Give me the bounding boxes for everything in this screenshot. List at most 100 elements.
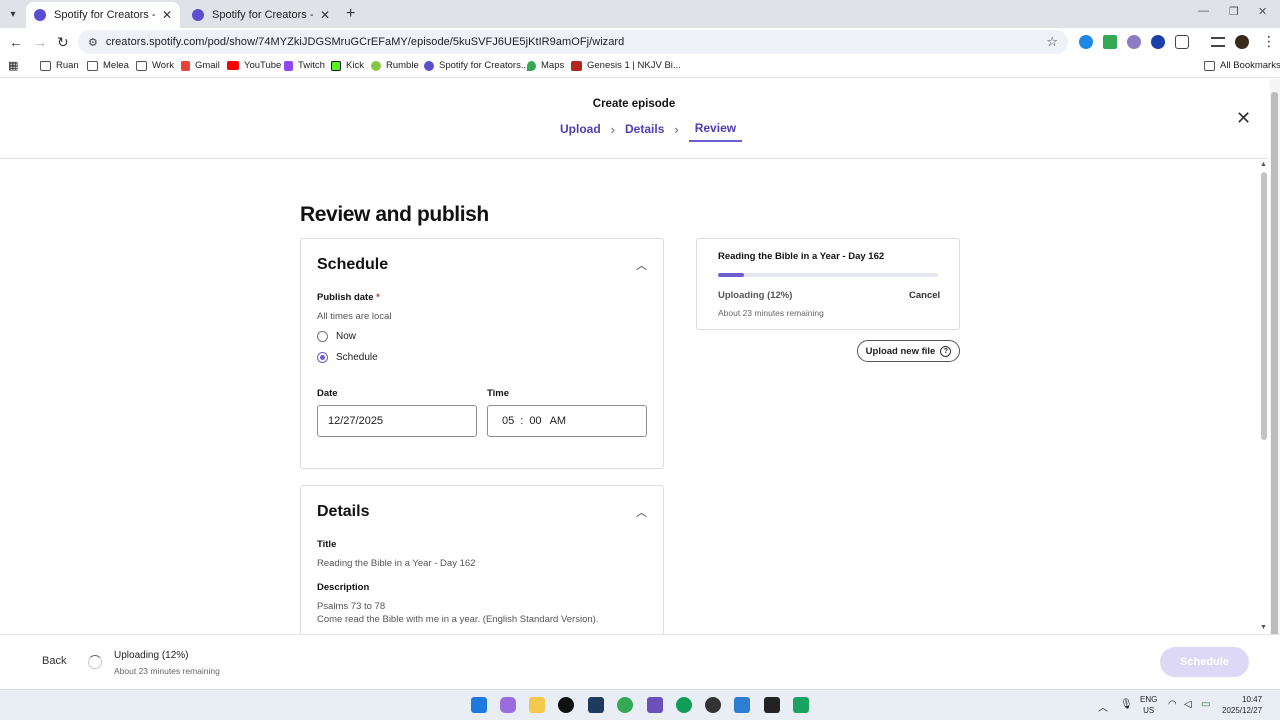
loading-spinner-icon [88, 655, 102, 669]
chevron-up-icon[interactable]: ︿ [636, 257, 647, 273]
page-content: Create episode Upload › Details › Review… [0, 79, 1280, 689]
wifi-icon[interactable]: ◠ [1168, 699, 1177, 710]
radio-schedule[interactable]: Schedule [317, 352, 378, 363]
bookmark-work[interactable]: Work [136, 60, 174, 71]
description-line-1: Psalms 73 to 78 [317, 601, 386, 612]
site-info-icon[interactable]: ⚙ [88, 36, 98, 49]
chrome-icon[interactable] [617, 697, 633, 713]
profile-avatar-icon[interactable] [1235, 35, 1249, 49]
tab-search-chevron-icon[interactable]: ▾ [4, 5, 22, 23]
cancel-upload-button[interactable]: Cancel [909, 290, 940, 301]
windows-start-icon[interactable] [471, 697, 487, 713]
back-arrow-icon[interactable]: ← [9, 34, 23, 50]
clock[interactable]: 10:47 2025/12/27 [1222, 694, 1262, 716]
scroll-down-arrow-icon[interactable]: ▼ [1260, 624, 1267, 631]
forward-arrow-icon[interactable]: → [33, 34, 47, 50]
reload-icon[interactable]: ↻ [57, 34, 69, 51]
app-icon[interactable] [647, 697, 663, 713]
bookmark-ruan[interactable]: Ruan [40, 60, 79, 71]
app-icon[interactable] [764, 697, 780, 713]
wizard-header: Create episode Upload › Details › Review… [0, 79, 1268, 159]
browser-menu-icon[interactable]: ⋮ [1262, 33, 1276, 50]
window-minimize-icon[interactable]: — [1198, 5, 1209, 17]
microphone-icon[interactable]: 🎙 [1120, 699, 1133, 710]
tab-close-icon[interactable]: ✕ [162, 8, 172, 22]
page-title: Review and publish [300, 203, 489, 226]
extension-icon[interactable] [1079, 35, 1093, 49]
time-input[interactable]: 05 : 00 AM [487, 405, 647, 437]
bible-icon [571, 60, 582, 71]
browser-tab-active[interactable]: Spotify for Creators - The easie ✕ [26, 2, 180, 28]
radio-now[interactable]: Now [317, 331, 356, 342]
window-close-icon[interactable]: ✕ [1258, 5, 1267, 18]
page-scrollbar-thumb[interactable] [1271, 92, 1278, 689]
google-drive-icon[interactable] [1103, 35, 1117, 49]
language-indicator[interactable]: ENG US [1140, 694, 1157, 716]
chevron-up-icon[interactable]: ︿ [636, 504, 647, 520]
publish-date-label-text: Publish date [317, 292, 374, 303]
help-circle-icon[interactable]: ? [940, 345, 952, 357]
apps-grid-icon[interactable]: ▦ [8, 59, 18, 72]
time-minute[interactable]: 00 [529, 415, 541, 427]
bookmark-youtube[interactable]: YouTube [227, 60, 281, 71]
tab-title: Spotify for Creators - The easie [54, 9, 156, 21]
window-restore-icon[interactable]: ❐ [1229, 5, 1239, 18]
new-tab-plus-icon[interactable]: + [346, 5, 355, 23]
bookmark-gmail[interactable]: Gmail [181, 60, 220, 71]
bookmark-twitch[interactable]: Twitch [284, 60, 325, 71]
battery-icon[interactable]: ▭ [1201, 699, 1210, 710]
all-bookmarks[interactable]: All Bookmarks [1204, 60, 1280, 71]
obs-icon[interactable] [705, 697, 721, 713]
extensions-puzzle-icon[interactable] [1175, 35, 1189, 49]
app-icon[interactable] [558, 697, 574, 713]
date-input[interactable]: 12/27/2025 [317, 405, 477, 437]
schedule-button[interactable]: Schedule [1160, 647, 1249, 677]
browser-tab-inactive[interactable]: Spotify for Creators - The easie ✕ [184, 2, 338, 28]
keyboard-region: US [1143, 706, 1155, 715]
content-scrollbar-thumb[interactable] [1261, 172, 1267, 440]
extension-icon[interactable] [1127, 35, 1141, 49]
reading-list-icon[interactable] [1211, 37, 1225, 47]
back-button[interactable]: Back [42, 655, 66, 667]
extension-icon[interactable] [1151, 35, 1165, 49]
app-icon[interactable] [588, 697, 604, 713]
wizard-footer: Back Uploading (12%) About 23 minutes re… [0, 634, 1280, 689]
wizard-steps: Upload › Details › Review [560, 121, 743, 142]
twitch-icon [284, 60, 293, 71]
bookmark-kick[interactable]: Kick [331, 60, 364, 71]
bookmark-rumble[interactable]: Rumble [371, 60, 419, 71]
radio-circle-selected[interactable] [317, 352, 328, 363]
bookmark-star-icon[interactable]: ☆ [1046, 34, 1058, 50]
folder-icon [1204, 60, 1215, 71]
app-icon[interactable] [793, 697, 809, 713]
time-period[interactable]: AM [550, 415, 567, 427]
file-explorer-icon[interactable] [529, 697, 545, 713]
volume-icon[interactable]: ◁ [1184, 699, 1192, 710]
step-details[interactable]: Details [625, 122, 664, 136]
schedule-card: Schedule ︿ Publish date * All times are … [300, 238, 664, 469]
step-review[interactable]: Review [688, 121, 743, 142]
app-icon[interactable] [734, 697, 750, 713]
step-upload[interactable]: Upload [560, 122, 601, 136]
details-card: Details ︿ Title Reading the Bible in a Y… [300, 485, 664, 645]
tray-overflow-chevron-icon[interactable]: ︿ [1098, 699, 1108, 714]
address-bar[interactable]: ⚙ creators.spotify.com/pod/show/74MYZkiJ… [78, 30, 1068, 54]
bookmark-melea[interactable]: Melea [87, 60, 129, 71]
upload-new-file-button[interactable]: Upload new file ? [857, 340, 960, 362]
chrome-profile-icon[interactable] [676, 697, 692, 713]
upload-status: Uploading (12%) [718, 290, 793, 301]
footer-upload-remaining: About 23 minutes remaining [114, 666, 220, 676]
tab-close-icon[interactable]: ✕ [320, 8, 330, 22]
timezone-note: All times are local [317, 311, 392, 322]
scroll-up-arrow-icon[interactable]: ▲ [1260, 161, 1267, 168]
bookmark-spotify-creators[interactable]: Spotify for Creators... [424, 60, 529, 71]
bookmark-maps[interactable]: Maps [527, 60, 564, 71]
copilot-icon[interactable] [500, 697, 516, 713]
bookmark-label: Work [152, 60, 174, 71]
radio-circle[interactable] [317, 331, 328, 342]
bookmark-genesis[interactable]: Genesis 1 | NKJV Bi... [571, 60, 681, 71]
close-wizard-icon[interactable]: ✕ [1236, 108, 1251, 129]
clock-time: 10:47 [1242, 695, 1263, 704]
title-value: Reading the Bible in a Year - Day 162 [317, 558, 476, 569]
time-hour[interactable]: 05 [502, 415, 514, 427]
